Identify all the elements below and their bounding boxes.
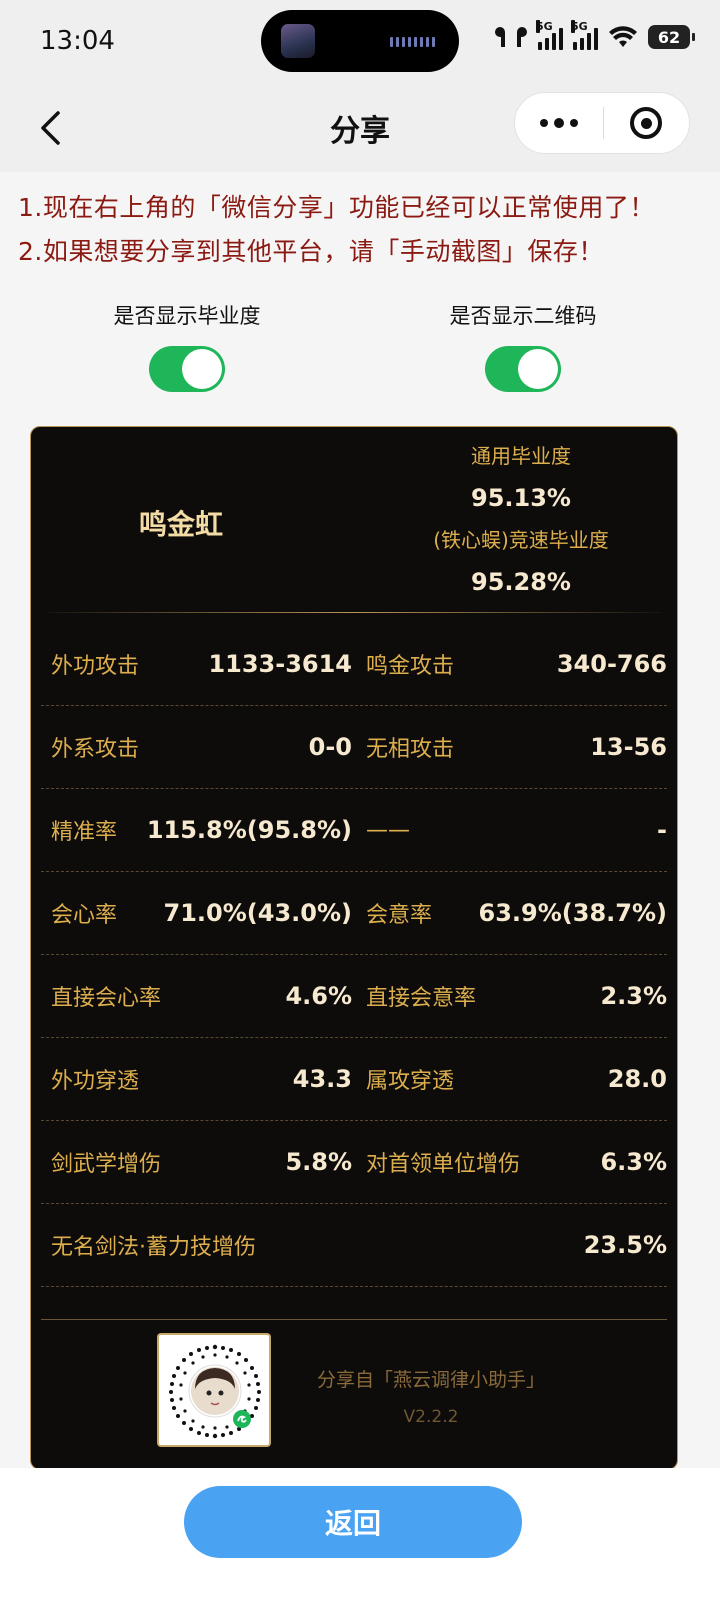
stat-label: 无相攻击	[366, 737, 455, 762]
signal-icon-2: 5G	[571, 20, 598, 50]
stat-label: 剑武学增伤	[51, 1152, 162, 1177]
stat-label: 无名剑法·蓄力技增伤	[51, 1235, 256, 1260]
more-dot-icon	[539, 119, 548, 127]
stat-value: 6.3%	[600, 1148, 667, 1176]
stat-value: 28.0	[607, 1065, 667, 1093]
speed-grade-label: (铁心蜈)竞速毕业度	[433, 528, 609, 552]
signal-icon: 5G	[536, 20, 563, 50]
stat-value: 63.9%(38.7%)	[478, 899, 667, 927]
stat-label: ——	[366, 817, 410, 843]
stat-label: 会心率	[51, 903, 118, 928]
table-row: 直接会心率 4.6% 直接会意率 2.3%	[41, 955, 667, 1038]
media-thumbnail	[281, 24, 315, 58]
stat-value: 5.8%	[285, 1148, 352, 1176]
dynamic-island	[261, 10, 459, 72]
earbuds-icon	[495, 27, 527, 47]
return-button[interactable]: 返回	[184, 1486, 522, 1558]
more-button[interactable]	[515, 93, 603, 153]
stat-value: 115.8%(95.8%)	[146, 816, 352, 844]
switch-knob	[518, 349, 558, 389]
table-row: 精准率 115.8%(95.8%) —— -	[41, 789, 667, 872]
miniprogram-capsule	[514, 92, 690, 154]
status-icons: 5G 5G 62	[494, 20, 695, 50]
audio-wave-icon	[390, 37, 435, 47]
nav-bar: 分享	[0, 84, 720, 172]
status-time: 13:04	[40, 26, 115, 56]
speed-grade-value: 95.28%	[471, 568, 571, 596]
stat-label: 精准率	[51, 820, 118, 845]
table-row: 剑武学增伤 5.8% 对首领单位增伤 6.3%	[41, 1121, 667, 1204]
notice-line-1: 1.现在右上角的「微信分享」功能已经可以正常使用了！	[18, 193, 655, 222]
stat-value: 23.5%	[583, 1231, 667, 1259]
stat-label: 对首领单位增伤	[366, 1152, 521, 1177]
footer-divider	[41, 1319, 667, 1320]
stat-value: 71.0%(43.0%)	[163, 899, 352, 927]
toggle-label: 是否显示毕业度	[113, 304, 261, 328]
share-card: 鸣金虹 通用毕业度 95.13% (铁心蜈)竞速毕业度 95.28% 外功攻击 1…	[30, 426, 678, 1470]
stat-value: 13-56	[590, 733, 667, 761]
switch-knob	[182, 349, 222, 389]
stat-value: 43.3	[292, 1065, 352, 1093]
table-row: 外系攻击 0-0 无相攻击 13-56	[41, 706, 667, 789]
stat-value: 4.6%	[285, 982, 352, 1010]
table-row: 外功穿透 43.3 属攻穿透 28.0	[41, 1038, 667, 1121]
toggle-show-grade: 是否显示毕业度	[62, 300, 312, 392]
status-bar: 13:04 5G 5G 62	[0, 0, 720, 84]
toggle-show-qrcode: 是否显示二维码	[398, 300, 648, 392]
more-dot-icon	[553, 118, 564, 128]
character-name: 鸣金虹	[138, 508, 223, 541]
stat-label: 外功攻击	[51, 654, 140, 679]
share-from-text: 分享自「燕云调律小助手」	[316, 1369, 545, 1391]
stat-label: 外功穿透	[51, 1069, 140, 1094]
target-icon	[630, 107, 663, 139]
general-grade-value: 95.13%	[471, 484, 571, 512]
stats-table: 外功攻击 1133-3614 鸣金攻击 340-766 外系攻击 0-0 无相攻击 13…	[41, 623, 667, 1287]
stat-label: 会意率	[366, 903, 433, 928]
show-qrcode-switch[interactable]	[485, 346, 561, 392]
stat-label: 鸣金攻击	[366, 654, 455, 679]
stat-label: 属攻穿透	[366, 1069, 455, 1094]
stat-label: 直接会心率	[51, 986, 162, 1011]
show-grade-switch[interactable]	[149, 346, 225, 392]
table-row: 会心率 71.0%(43.0%) 会意率 63.9%(38.7%)	[41, 872, 667, 955]
version-text: V2.2.2	[403, 1407, 459, 1427]
grade-block: 通用毕业度 95.13% (铁心蜈)竞速毕业度 95.28%	[371, 441, 671, 609]
miniprogram-code-icon	[169, 1344, 261, 1439]
header-divider	[47, 612, 661, 613]
wifi-icon	[609, 26, 637, 47]
stat-value: 1133-3614	[208, 650, 352, 678]
stat-value: -	[657, 816, 667, 844]
stat-value: 2.3%	[600, 982, 667, 1010]
battery-icon: 62	[648, 25, 695, 49]
notice-line-2: 2.如果想要分享到其他平台，请「手动截图」保存！	[18, 237, 604, 266]
stat-value: 340-766	[556, 650, 667, 678]
stat-label: 外系攻击	[51, 737, 140, 762]
general-grade-label: 通用毕业度	[471, 444, 571, 468]
stat-value: 0-0	[308, 733, 352, 761]
qr-code[interactable]	[157, 1333, 271, 1447]
more-dot-icon	[569, 119, 578, 127]
stat-label: 直接会意率	[366, 986, 477, 1011]
toggle-label: 是否显示二维码	[449, 304, 597, 328]
close-miniprogram-button[interactable]	[604, 93, 690, 153]
table-row: 无名剑法·蓄力技增伤 23.5%	[41, 1204, 667, 1287]
table-row: 外功攻击 1133-3614 鸣金攻击 340-766	[41, 623, 667, 706]
